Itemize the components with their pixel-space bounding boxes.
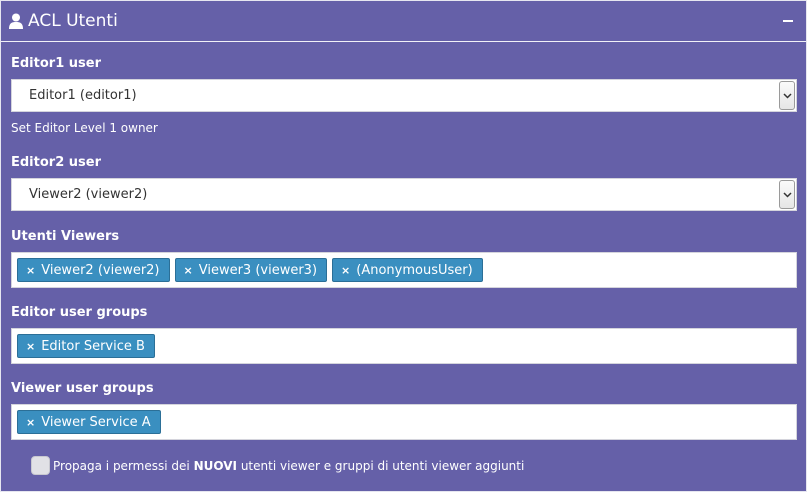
tag-label: Viewer2 (viewer2)	[41, 262, 160, 278]
acl-panel: ACL Utenti Editor1 user Editor1 (editor1…	[0, 0, 807, 492]
remove-tag-icon[interactable]: ×	[26, 416, 35, 429]
tag-label: (AnonymousUser)	[356, 262, 473, 278]
minus-icon[interactable]	[782, 13, 794, 29]
editor1-value: Editor1 (editor1)	[29, 88, 137, 103]
viewer-tag: × Viewer2 (viewer2)	[17, 258, 170, 282]
panel-header: ACL Utenti	[1, 1, 806, 42]
editor1-select[interactable]: Editor1 (editor1)	[11, 79, 797, 112]
editor1-label: Editor1 user	[11, 56, 101, 71]
chevron-down-icon[interactable]	[779, 180, 795, 209]
viewers-label: Utenti Viewers	[11, 229, 120, 244]
remove-tag-icon[interactable]: ×	[341, 264, 350, 277]
remove-tag-icon[interactable]: ×	[26, 340, 35, 353]
viewer-tag: × Viewer3 (viewer3)	[174, 258, 328, 282]
remove-tag-icon[interactable]: ×	[26, 264, 35, 277]
tag-label: Viewer Service A	[41, 414, 151, 430]
viewers-tag-input[interactable]: × Viewer2 (viewer2) × Viewer3 (viewer3) …	[11, 252, 797, 288]
user-icon	[9, 13, 23, 29]
editor1-help-text: Set Editor Level 1 owner	[11, 121, 158, 135]
viewer-groups-tag-input[interactable]: × Viewer Service A	[11, 404, 797, 440]
tag-label: Viewer3 (viewer3)	[198, 262, 318, 278]
propagate-label: Propaga i permessi dei NUOVI utenti view…	[53, 459, 524, 473]
viewer-groups-label: Viewer user groups	[11, 381, 154, 396]
tag-label: Editor Service B	[41, 338, 145, 354]
viewer-group-tag: × Viewer Service A	[17, 410, 161, 434]
propagate-row: Propaga i permessi dei NUOVI utenti view…	[31, 456, 524, 475]
editor2-select[interactable]: Viewer2 (viewer2)	[11, 178, 797, 211]
viewer-tag: × (AnonymousUser)	[332, 258, 483, 282]
propagate-label-bold: NUOVI	[193, 458, 237, 473]
propagate-checkbox[interactable]	[31, 456, 50, 475]
propagate-label-suffix: utenti viewer e gruppi di utenti viewer …	[240, 458, 525, 473]
editor-groups-label: Editor user groups	[11, 305, 148, 320]
editor-group-tag: × Editor Service B	[17, 334, 155, 358]
remove-tag-icon[interactable]: ×	[184, 264, 193, 277]
panel-title-text: ACL Utenti	[28, 11, 118, 31]
propagate-label-prefix: Propaga i permessi dei	[53, 458, 190, 473]
panel-title: ACL Utenti	[9, 11, 118, 31]
editor2-value: Viewer2 (viewer2)	[29, 187, 148, 202]
editor-groups-tag-input[interactable]: × Editor Service B	[11, 328, 797, 364]
chevron-down-icon[interactable]	[779, 81, 795, 110]
editor2-label: Editor2 user	[11, 155, 101, 170]
